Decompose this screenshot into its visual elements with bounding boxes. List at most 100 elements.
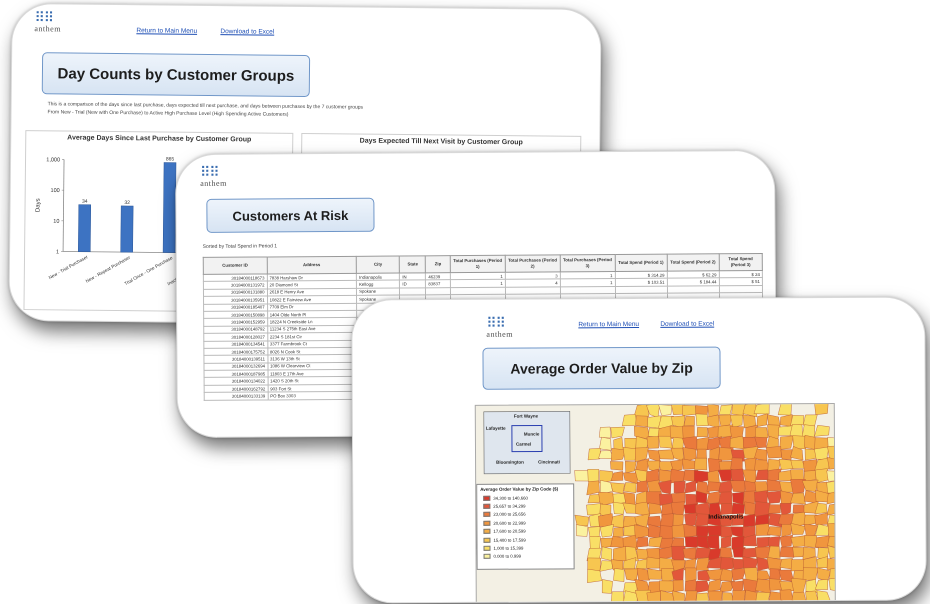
zip-region[interactable] — [622, 601, 639, 604]
zip-region[interactable] — [660, 590, 675, 603]
zip-region[interactable] — [683, 600, 699, 604]
zip-region[interactable] — [766, 556, 782, 571]
zip-region[interactable] — [647, 479, 661, 493]
zip-region[interactable] — [659, 580, 674, 593]
zip-region[interactable] — [599, 436, 612, 451]
column-header[interactable]: Total Spend (Period 2) — [666, 253, 719, 272]
zip-region[interactable] — [635, 601, 651, 604]
zip-region[interactable] — [744, 602, 758, 604]
zip-region[interactable] — [695, 600, 710, 604]
zip-region[interactable] — [721, 535, 732, 549]
zip-region[interactable] — [622, 502, 637, 514]
zip-region[interactable] — [684, 536, 699, 548]
zip-region[interactable] — [601, 579, 613, 594]
zip-region[interactable] — [706, 534, 720, 550]
zip-region[interactable] — [744, 589, 759, 604]
zip-region[interactable] — [804, 602, 818, 604]
zip-region[interactable] — [670, 468, 686, 484]
zip-region[interactable] — [756, 413, 768, 427]
zip-region[interactable] — [622, 447, 638, 461]
zip-region[interactable] — [671, 545, 686, 561]
zip-region[interactable] — [718, 414, 733, 427]
zip-region[interactable] — [707, 470, 720, 484]
zip-region[interactable] — [781, 524, 792, 538]
zip-region[interactable] — [732, 590, 746, 604]
zip-region[interactable] — [753, 403, 770, 415]
zip-region[interactable] — [671, 492, 686, 504]
zip-region[interactable] — [625, 461, 637, 474]
zip-region[interactable] — [576, 524, 589, 537]
zip-region[interactable] — [756, 570, 771, 581]
return-to-main-menu-link[interactable]: Return to Main Menu — [136, 27, 197, 35]
zip-region[interactable] — [696, 427, 709, 437]
zip-region[interactable] — [768, 578, 782, 591]
zip-region[interactable] — [672, 579, 684, 592]
zip-region[interactable] — [755, 591, 771, 603]
zip-region[interactable] — [707, 600, 723, 604]
zip-region[interactable] — [682, 547, 697, 560]
zip-region[interactable] — [599, 560, 613, 572]
zip-region[interactable] — [779, 602, 795, 604]
zip-region[interactable] — [790, 535, 807, 548]
zip-region[interactable] — [755, 578, 771, 594]
zip-region[interactable] — [804, 434, 816, 450]
zip-region[interactable] — [722, 592, 734, 604]
zip-region[interactable] — [682, 404, 697, 416]
zip-region[interactable] — [826, 502, 836, 516]
zip-region[interactable] — [695, 413, 709, 427]
zip-region[interactable] — [766, 490, 783, 504]
zip-region[interactable] — [814, 403, 829, 415]
zip-region[interactable] — [684, 590, 698, 603]
zip-region[interactable] — [777, 403, 792, 416]
zip-region[interactable] — [623, 482, 637, 494]
zip-region[interactable] — [658, 435, 673, 449]
zip-region[interactable] — [670, 602, 685, 604]
zip-region[interactable] — [790, 459, 806, 469]
zip-region[interactable] — [816, 590, 831, 604]
column-header[interactable]: Customer ID — [203, 256, 267, 275]
zip-region[interactable] — [827, 545, 836, 559]
zip-region[interactable] — [766, 526, 782, 537]
zip-region[interactable] — [744, 501, 757, 516]
zip-region[interactable] — [707, 525, 723, 537]
zip-region[interactable] — [755, 469, 769, 481]
zip-region[interactable] — [646, 556, 662, 569]
zip-region[interactable] — [671, 590, 685, 604]
zip-region[interactable] — [729, 435, 746, 450]
zip-region[interactable] — [801, 424, 816, 438]
zip-region[interactable] — [670, 447, 685, 462]
zip-region[interactable] — [757, 601, 770, 604]
zip-region[interactable] — [588, 526, 601, 538]
zip-region[interactable] — [682, 458, 696, 470]
zip-region[interactable] — [803, 470, 817, 482]
zip-region[interactable] — [636, 480, 649, 493]
zip-region[interactable] — [673, 480, 686, 494]
zip-region[interactable] — [646, 436, 659, 449]
zip-region[interactable] — [683, 503, 698, 514]
return-to-main-menu-link[interactable]: Return to Main Menu — [578, 321, 639, 328]
zip-region[interactable] — [587, 568, 602, 583]
column-header[interactable]: City — [356, 256, 400, 274]
zip-region[interactable] — [732, 601, 747, 604]
zip-region[interactable] — [598, 426, 611, 439]
zip-region[interactable] — [657, 449, 674, 460]
zip-region[interactable] — [765, 446, 782, 459]
zip-region[interactable] — [612, 546, 627, 562]
zip-region[interactable] — [586, 480, 600, 496]
zip-region[interactable] — [791, 591, 807, 602]
zip-region[interactable] — [612, 526, 624, 538]
zip-region[interactable] — [730, 480, 746, 493]
zip-region[interactable] — [601, 546, 613, 561]
zip-region[interactable] — [695, 513, 710, 527]
zip-region[interactable] — [610, 461, 624, 471]
zip-region[interactable] — [720, 557, 734, 571]
zip-region[interactable] — [718, 404, 733, 416]
zip-region[interactable] — [646, 591, 661, 604]
column-header[interactable]: Total Spend (Period 3) — [718, 253, 763, 271]
zip-region[interactable] — [683, 523, 698, 538]
zip-region[interactable] — [696, 448, 707, 459]
zip-region[interactable] — [793, 600, 806, 604]
zip-region[interactable] — [732, 491, 745, 506]
zip-region[interactable] — [683, 416, 695, 427]
zip-region[interactable] — [790, 578, 807, 594]
